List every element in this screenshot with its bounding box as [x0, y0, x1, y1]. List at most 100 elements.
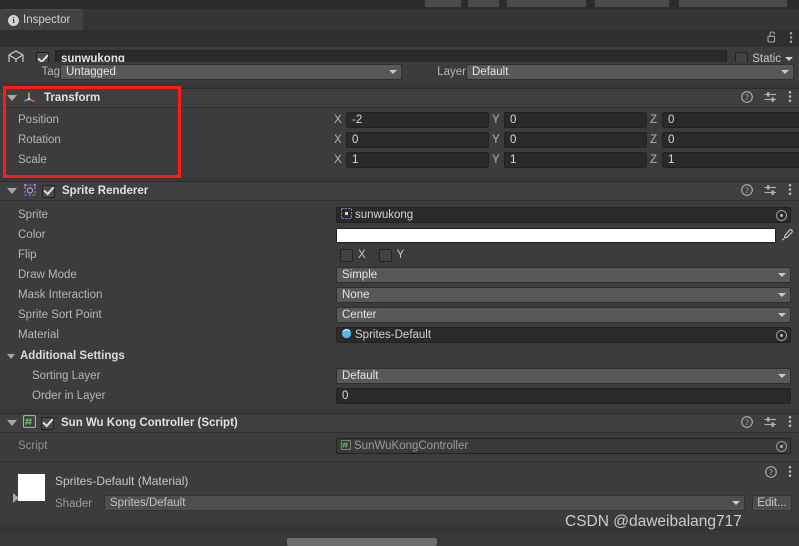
row-material: Material Sprites-Default	[0, 325, 799, 345]
sprite-renderer-enabled-checkbox[interactable]	[42, 184, 55, 198]
rotation-x-input[interactable]: 0	[346, 132, 489, 148]
kebab-menu-icon[interactable]	[788, 465, 792, 481]
tab-inspector-label: Inspector	[23, 14, 71, 26]
preset-settings-icon[interactable]	[764, 416, 777, 431]
help-icon[interactable]: ?	[741, 183, 753, 199]
foldout-triangle-icon[interactable]	[7, 95, 17, 101]
chevron-down-icon	[389, 70, 397, 74]
axis-x-label: X	[334, 134, 342, 146]
horizontal-scrollbar[interactable]	[287, 538, 437, 546]
order-in-layer-input[interactable]: 0	[336, 388, 791, 404]
preset-settings-icon[interactable]	[764, 91, 777, 106]
mask-interaction-value: None	[342, 289, 370, 301]
edit-shader-button[interactable]: Edit...	[752, 495, 792, 511]
tab-inspector[interactable]: i Inspector	[0, 9, 84, 30]
toolbar-button-3[interactable]	[506, 0, 587, 8]
row-draw-mode: Draw Mode Simple	[0, 265, 799, 285]
position-y-input[interactable]: 0	[504, 112, 647, 128]
toolbar-button-2[interactable]	[467, 0, 500, 8]
toolbar-button-4[interactable]	[594, 0, 670, 8]
kebab-menu-icon[interactable]	[789, 31, 793, 47]
object-picker-icon[interactable]	[776, 440, 787, 452]
edit-button-label: Edit...	[757, 497, 787, 509]
chevron-down-icon	[778, 293, 786, 297]
position-x-input[interactable]: -2	[346, 112, 489, 128]
chevron-down-icon[interactable]	[785, 56, 793, 61]
rotation-z-input[interactable]: 0	[662, 132, 799, 148]
sorting-layer-dropdown[interactable]: Default	[336, 368, 791, 384]
material-footer-title: Sprites-Default (Material)	[55, 474, 189, 488]
transform-body: Position X -2 Y 0 Z 0 Rotation X 0 Y 0 Z…	[0, 108, 799, 178]
rotation-y-input[interactable]: 0	[504, 132, 647, 148]
material-object-field[interactable]: Sprites-Default	[336, 327, 791, 343]
material-value: Sprites-Default	[355, 329, 432, 341]
preset-settings-icon[interactable]	[764, 184, 777, 199]
layer-dropdown[interactable]: Default	[466, 64, 794, 80]
sprite-sort-point-dropdown[interactable]: Center	[336, 307, 791, 323]
svg-text:?: ?	[745, 186, 749, 195]
script-component-title: Sun Wu Kong Controller (Script)	[61, 417, 238, 429]
script-component-header[interactable]: Sun Wu Kong Controller (Script) ?	[0, 413, 799, 433]
sorting-layer-label: Sorting Layer	[32, 370, 101, 382]
scale-label: Scale	[18, 154, 47, 166]
color-label: Color	[18, 229, 46, 241]
sprite-object-field[interactable]: sunwukong	[336, 207, 791, 223]
inspector-tab-bar: i Inspector	[0, 9, 799, 30]
toolbar-button-1[interactable]	[424, 0, 462, 8]
foldout-triangle-icon[interactable]	[7, 188, 17, 194]
axis-z-label: Z	[650, 134, 658, 146]
flip-y-label: Y	[396, 249, 405, 261]
row-additional-settings[interactable]: Additional Settings	[0, 346, 799, 366]
object-picker-icon[interactable]	[776, 329, 787, 341]
material-preview-swatch	[18, 474, 45, 501]
tag-layer-row: Tag Untagged Layer Default	[0, 62, 799, 82]
scale-y-input[interactable]: 1	[504, 152, 647, 168]
flip-y-checkbox[interactable]	[378, 248, 392, 262]
unity-inspector-window: i Inspector sunwukong Static Tag Untagge…	[0, 0, 799, 546]
sprite-sort-point-label: Sprite Sort Point	[18, 309, 102, 321]
object-picker-icon[interactable]	[776, 209, 787, 221]
scale-z-input[interactable]: 1	[662, 152, 799, 168]
script-label: Script	[18, 440, 48, 452]
svg-text:?: ?	[745, 418, 749, 427]
transform-title: Transform	[44, 92, 101, 104]
sprite-renderer-icon	[23, 183, 37, 200]
kebab-menu-icon[interactable]	[788, 90, 792, 106]
sprite-renderer-component-header[interactable]: Sprite Renderer ?	[0, 181, 799, 201]
draw-mode-label: Draw Mode	[18, 269, 77, 281]
order-in-layer-label: Order in Layer	[32, 390, 106, 402]
shader-dropdown[interactable]: Sprites/Default	[104, 495, 745, 511]
lock-open-icon[interactable]	[767, 31, 778, 46]
tag-dropdown[interactable]: Untagged	[60, 64, 402, 80]
chevron-down-icon	[732, 501, 740, 505]
row-flip: Flip X Y	[0, 245, 799, 265]
draw-mode-dropdown[interactable]: Simple	[336, 267, 791, 283]
foldout-triangle-icon[interactable]	[7, 420, 17, 426]
mask-interaction-label: Mask Interaction	[18, 289, 103, 301]
kebab-menu-icon[interactable]	[788, 415, 792, 431]
material-label: Material	[18, 329, 59, 341]
kebab-menu-icon[interactable]	[788, 183, 792, 199]
help-icon[interactable]: ?	[741, 415, 753, 431]
row-sorting-layer: Sorting Layer Default	[0, 366, 799, 386]
foldout-triangle-icon[interactable]	[7, 353, 15, 359]
additional-settings-label: Additional Settings	[20, 350, 125, 362]
toolbar-button-5[interactable]	[678, 0, 788, 8]
sprite-renderer-body: Sprite sunwukong Color Flip X Y Draw Mod…	[0, 201, 799, 409]
transform-axis-icon	[23, 90, 37, 107]
flip-x-checkbox[interactable]	[340, 248, 353, 262]
tag-value: Untagged	[66, 66, 116, 78]
sprite-value: sunwukong	[355, 209, 414, 221]
position-z-input[interactable]: 0	[662, 112, 799, 128]
color-swatch-field[interactable]	[336, 227, 776, 243]
transform-component-header[interactable]: Transform ?	[0, 88, 799, 108]
info-icon: i	[8, 14, 19, 26]
watermark-text: CSDN @daweibalang717	[565, 513, 742, 530]
chevron-down-icon	[778, 273, 786, 277]
help-icon[interactable]: ?	[741, 90, 753, 106]
eyedropper-icon[interactable]	[778, 227, 796, 243]
script-enabled-checkbox[interactable]	[41, 416, 54, 430]
scale-x-input[interactable]: 1	[346, 152, 489, 168]
help-icon[interactable]: ?	[765, 465, 777, 481]
mask-interaction-dropdown[interactable]: None	[336, 287, 791, 303]
